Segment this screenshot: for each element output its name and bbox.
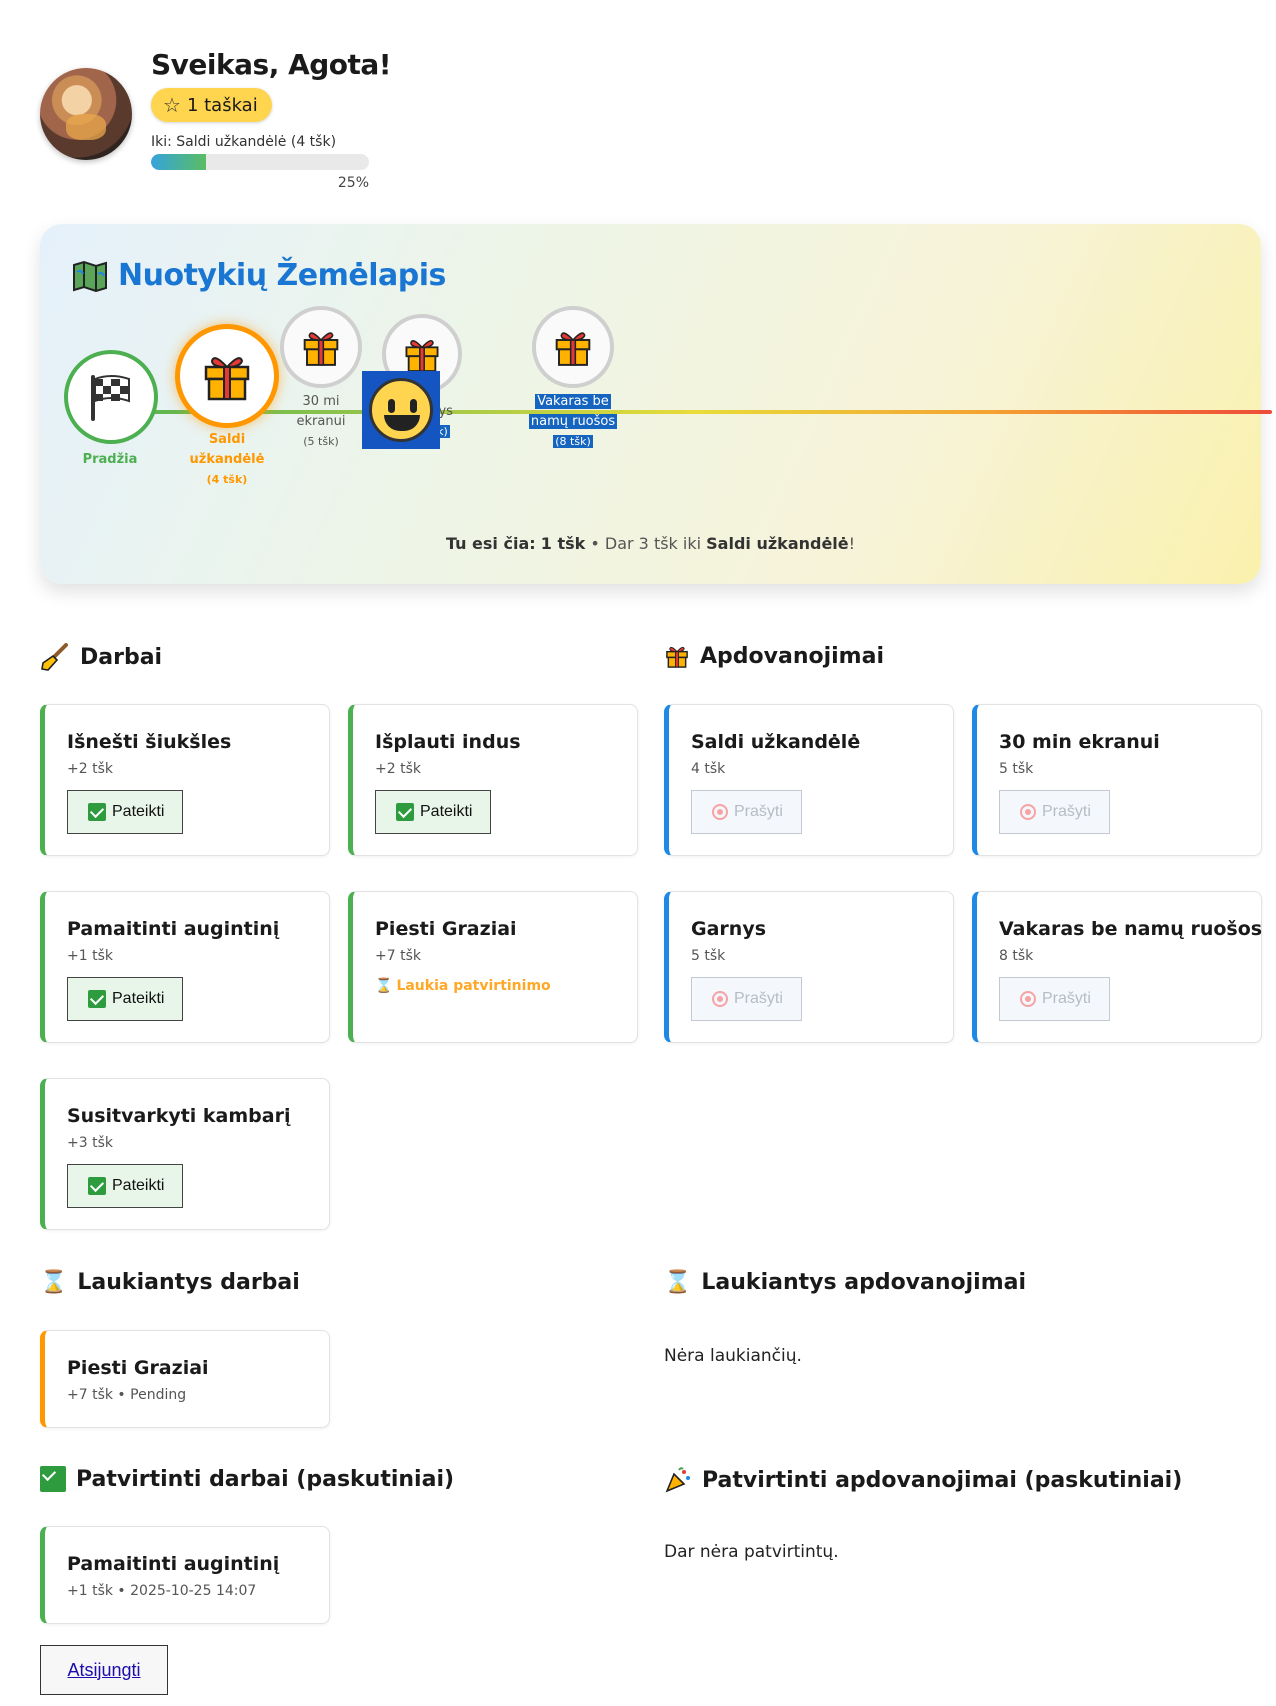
pending-rewards-empty: Nėra laukiančių.: [664, 1346, 802, 1366]
gift-icon: [405, 340, 439, 372]
points-badge: ☆ 1 taškai: [151, 88, 272, 122]
map-node-label: Pradžia: [82, 452, 138, 467]
target-icon: [712, 991, 728, 1007]
map-node-start[interactable]: [64, 350, 158, 444]
map-node-label: 30 mi ekranui (5 tšk): [296, 394, 346, 448]
chore-card: Išplauti indus +2 tšk Pateikti: [348, 704, 638, 856]
chores-section-title: Darbai: [40, 643, 162, 671]
adventure-map: Nuotykių Žemėlapis Pradžia Saldi užkandė…: [40, 224, 1272, 584]
reward-card: Garnys 5 tšk Prašyti: [664, 891, 954, 1043]
progress-percent: 25%: [337, 175, 369, 191]
check-icon: [88, 803, 106, 821]
submit-chore-button[interactable]: Pateikti: [67, 1164, 184, 1208]
chore-card: Piesti Graziai +7 tšk ⌛ Laukia patvirtin…: [348, 891, 638, 1043]
broom-icon: [41, 643, 68, 671]
gift-icon: [555, 332, 591, 366]
checkered-flag-icon: [91, 375, 130, 421]
gift-icon: [204, 357, 250, 401]
chore-card: Pamaitinti augintinį +1 tšk Pateikti: [40, 891, 330, 1043]
smiley-icon: [369, 378, 433, 442]
map-node-current-goal[interactable]: [175, 324, 279, 428]
reward-card: Saldi užkandėlė 4 tšk Prašyti: [664, 704, 954, 856]
submit-chore-button[interactable]: Pateikti: [67, 977, 184, 1021]
map-node-label: Saldi užkandėlė (4 tšk): [189, 432, 265, 486]
gift-icon: [303, 332, 339, 366]
hourglass-icon: ⌛: [40, 1270, 68, 1295]
current-position-marker: [362, 371, 440, 449]
map-node-reward[interactable]: [280, 306, 362, 388]
request-reward-button[interactable]: Prašyti: [691, 977, 802, 1021]
reward-card: Vakaras be namų ruošos 8 tšk Prašyti: [972, 891, 1262, 1043]
rewards-section-title: Apdovanojimai: [664, 643, 884, 669]
avatar: [40, 68, 132, 160]
star-icon: ☆: [163, 93, 181, 117]
map-status: Tu esi čia: 1 tšk • Dar 3 tšk iki Saldi …: [445, 534, 856, 553]
logout-button[interactable]: Atsijungti: [40, 1645, 168, 1695]
request-reward-button[interactable]: Prašyti: [999, 977, 1110, 1021]
target-icon: [1020, 804, 1036, 820]
points-text: 1 taškai: [186, 94, 258, 116]
check-icon: [40, 1466, 66, 1492]
hourglass-icon: ⌛: [664, 1270, 692, 1295]
pending-rewards-title: ⌛ Laukiantys apdovanojimai: [664, 1270, 1027, 1295]
approved-chores-title: Patvirtinti darbai (paskutiniai): [40, 1466, 454, 1492]
request-reward-button[interactable]: Prašyti: [691, 790, 802, 834]
pending-chore-card: Piesti Graziai +7 tšk • Pending: [40, 1330, 330, 1428]
greeting: Sveikas, Agota!: [151, 48, 392, 81]
map-node-label: Vakaras be namų ruošos (8 tšk): [528, 394, 618, 448]
map-title: Nuotykių Žemėlapis: [72, 258, 446, 293]
submit-chore-button[interactable]: Pateikti: [375, 790, 492, 834]
target-icon: [712, 804, 728, 820]
approved-chore-card: Pamaitinti augintinį +1 tšk • 2025-10-25…: [40, 1526, 330, 1624]
check-icon: [88, 1177, 106, 1195]
submit-chore-button[interactable]: Pateikti: [67, 790, 184, 834]
progress-bar: [151, 154, 369, 170]
party-popper-icon: [665, 1467, 690, 1493]
map-icon: [73, 260, 107, 292]
target-icon: [1020, 991, 1036, 1007]
hourglass-icon: ⌛: [375, 978, 393, 994]
chore-card: Susitvarkyti kambarį +3 tšk Pateikti: [40, 1078, 330, 1230]
reward-card: 30 min ekranui 5 tšk Prašyti: [972, 704, 1262, 856]
check-icon: [88, 990, 106, 1008]
goal-label: Iki: Saldi užkandėlė (4 tšk): [151, 134, 337, 150]
waiting-status: ⌛ Laukia patvirtinimo: [375, 978, 551, 994]
approved-rewards-empty: Dar nėra patvirtintų.: [664, 1542, 839, 1562]
request-reward-button[interactable]: Prašyti: [999, 790, 1110, 834]
map-node-reward[interactable]: [532, 306, 614, 388]
check-icon: [396, 803, 414, 821]
approved-rewards-title: Patvirtinti apdovanojimai (paskutiniai): [664, 1466, 1182, 1494]
progress-bar-fill: [151, 154, 206, 170]
gift-icon: [666, 646, 688, 668]
chore-card: Išnešti šiukšles +2 tšk Pateikti: [40, 704, 330, 856]
pending-chores-title: ⌛ Laukiantys darbai: [40, 1270, 300, 1295]
profile-header: Sveikas, Agota! ☆ 1 taškai Iki: Saldi už…: [40, 48, 640, 208]
